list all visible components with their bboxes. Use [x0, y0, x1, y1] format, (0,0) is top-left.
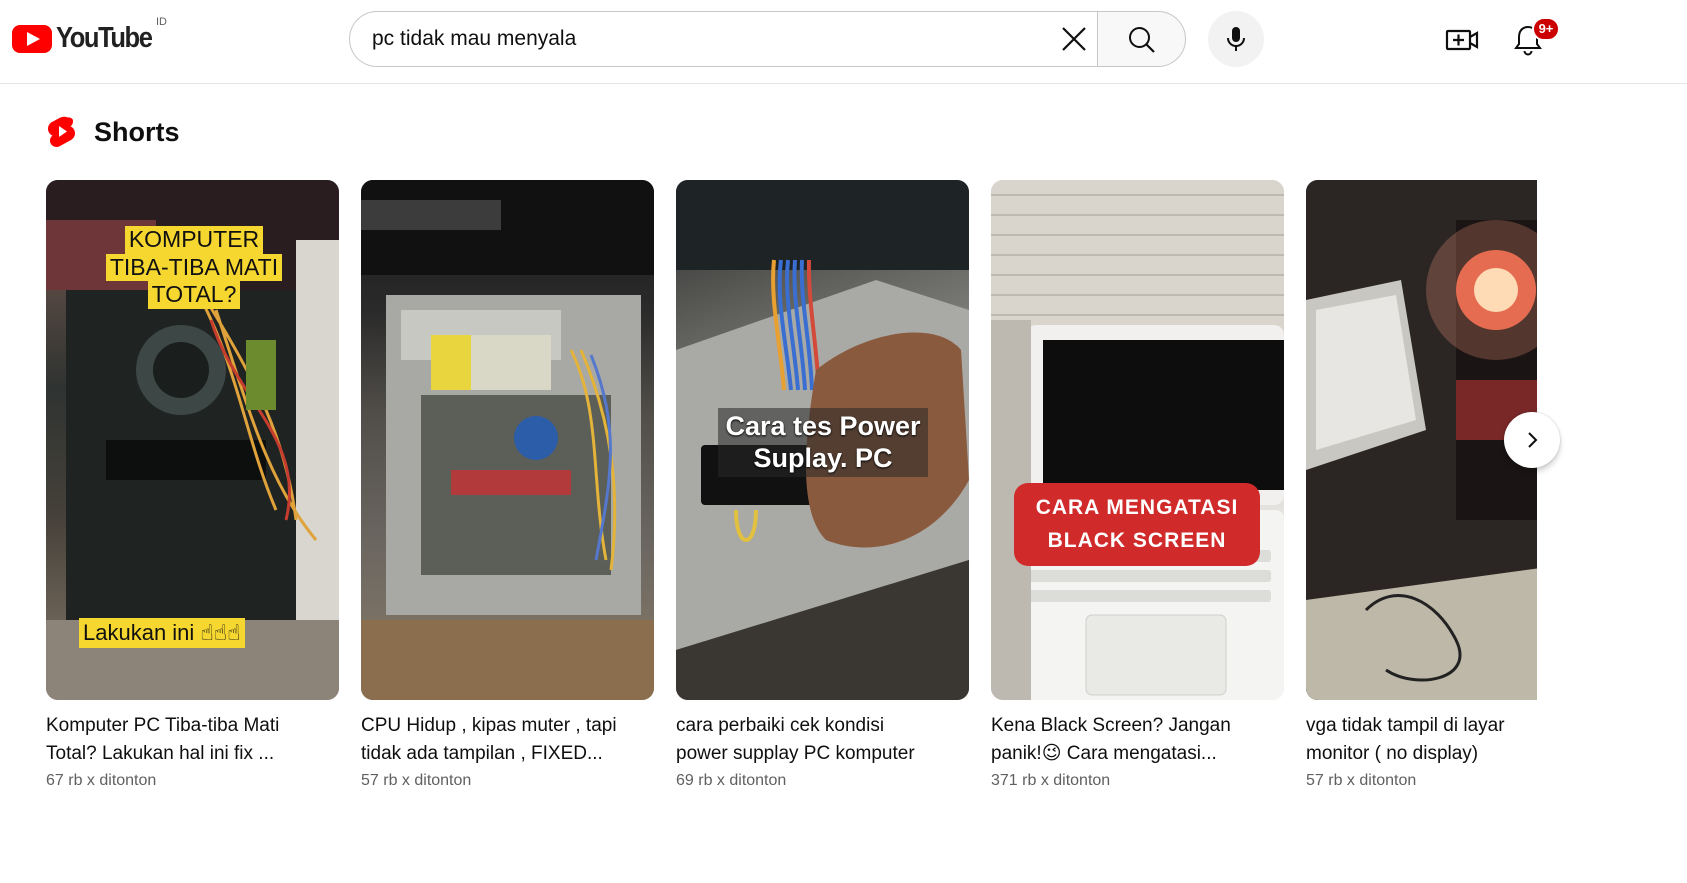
close-icon [1062, 27, 1086, 51]
short-card[interactable]: CARA MENGATASI BLACK SCREEN Kena Black S… [991, 180, 1284, 792]
short-title[interactable]: Komputer PC Tiba-tiba Mati Total? Lakuka… [46, 712, 339, 768]
short-thumbnail[interactable]: CARA MENGATASI BLACK SCREEN [991, 180, 1284, 700]
notification-count-badge: 9+ [1532, 17, 1560, 41]
clear-search-button[interactable] [1054, 19, 1094, 59]
shorts-shelf: KOMPUTER TIBA-TIBA MATI TOTAL? Lakukan i… [0, 180, 1537, 820]
logo-text: YouTube [56, 22, 153, 54]
overlay-line: KOMPUTER [124, 226, 264, 254]
video-camera-add-icon [1445, 29, 1479, 51]
short-thumbnail[interactable]: Cara tes Power Suplay. PC [676, 180, 969, 700]
short-view-count: 57 rb x ditonton [361, 772, 472, 789]
short-card[interactable]: KOMPUTER TIBA-TIBA MATI TOTAL? Lakukan i… [46, 180, 339, 792]
short-thumbnail[interactable] [361, 180, 654, 700]
search-button[interactable] [1097, 11, 1186, 67]
short-title[interactable]: CPU Hidup , kipas muter , tapi tidak ada… [361, 712, 654, 768]
short-title[interactable]: cara perbaiki cek kondisi power supplay … [676, 712, 969, 768]
chevron-right-icon [1528, 432, 1538, 448]
thumbnail-overlay-text: KOMPUTER TIBA-TIBA MATI TOTAL? [99, 226, 289, 309]
search-input[interactable] [372, 12, 1032, 66]
thumbnail-image [1306, 180, 1537, 700]
thumbnail-overlay-text: Lakukan ini ☝☝☝ [79, 618, 245, 649]
search-icon [1129, 27, 1155, 53]
short-title[interactable]: vga tidak tampil di layar monitor ( no d… [1306, 712, 1537, 768]
short-card[interactable]: CPU Hidup , kipas muter , tapi tidak ada… [361, 180, 654, 792]
youtube-logo[interactable]: YouTube ID [12, 16, 167, 55]
short-card[interactable]: vga tidak tampil di layar monitor ( no d… [1306, 180, 1537, 792]
short-view-count: 67 rb x ditonton [46, 772, 157, 789]
thumbnail-overlay-text: CARA MENGATASI BLACK SCREEN [1014, 483, 1260, 567]
microphone-icon [1227, 27, 1245, 51]
short-view-count: 371 rb x ditonton [991, 772, 1111, 789]
short-title[interactable]: Kena Black Screen? Jangan panik!😉 Cara m… [991, 712, 1284, 768]
country-code: ID [156, 16, 167, 28]
shelf-next-button[interactable] [1504, 412, 1560, 468]
short-thumbnail[interactable]: KOMPUTER TIBA-TIBA MATI TOTAL? Lakukan i… [46, 180, 339, 700]
search-box [349, 11, 1098, 67]
youtube-play-icon [12, 24, 52, 53]
short-view-count: 57 rb x ditonton [1306, 772, 1417, 789]
shorts-section-header: Shorts [46, 112, 180, 152]
shorts-section-title: Shorts [94, 116, 180, 147]
overlay-line: TIBA-TIBA MATI [105, 253, 283, 282]
short-card[interactable]: Cara tes Power Suplay. PC cara perbaiki … [676, 180, 969, 792]
short-thumbnail[interactable] [1306, 180, 1537, 700]
short-view-count: 69 rb x ditonton [676, 772, 787, 789]
masthead: YouTube ID 9+ [0, 0, 1687, 84]
thumbnail-overlay-text: Cara tes Power Suplay. PC [718, 408, 928, 477]
thumbnail-image [991, 180, 1284, 700]
thumbnail-image [361, 180, 654, 700]
create-video-button[interactable] [1442, 20, 1482, 60]
shorts-icon [48, 116, 75, 147]
voice-search-button[interactable] [1208, 11, 1264, 67]
overlay-line: TOTAL? [147, 281, 241, 309]
